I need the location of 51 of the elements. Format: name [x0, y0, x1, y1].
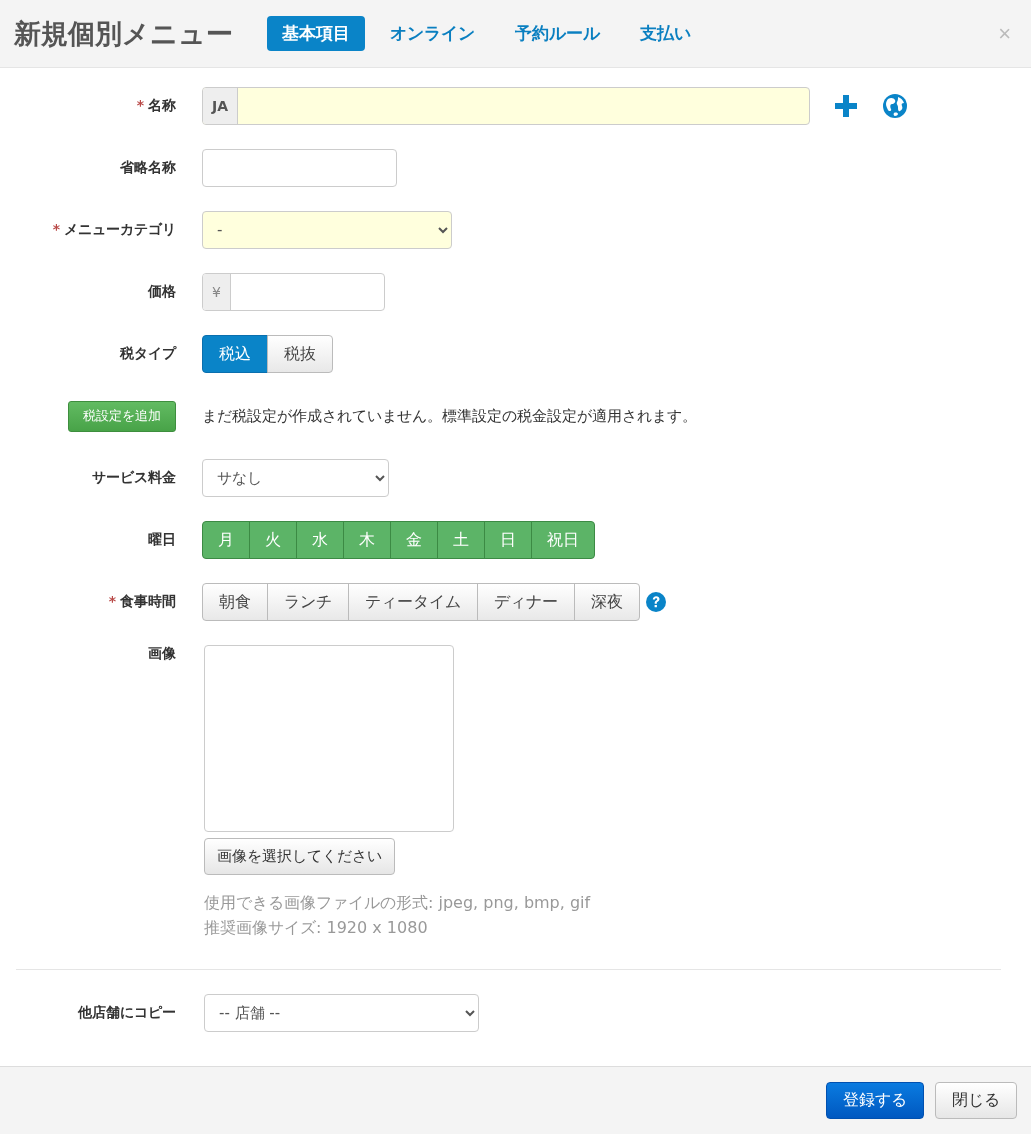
help-text: 使用できる画像ファイルの形式: jpeg, png, bmp, gif [204, 892, 591, 914]
field-label: 価格 [148, 283, 176, 301]
day-toggle[interactable]: 日 [484, 521, 532, 559]
field-label: サービス料金 [92, 469, 176, 487]
input-field[interactable] [202, 149, 397, 187]
tab[interactable]: オンライン [375, 16, 490, 51]
tax-note: まだ税設定が作成されていません。標準設定の税金設定が適用されます。 [202, 406, 697, 426]
tax-type-toggle[interactable]: 税込 [202, 335, 268, 373]
tax-type-toggle[interactable]: 税抜 [267, 335, 333, 373]
day-toggle[interactable]: 土 [437, 521, 485, 559]
field-label: 他店舗にコピー [78, 1004, 176, 1022]
help-icon[interactable] [646, 592, 666, 612]
select-image-button[interactable]: 画像を選択してください [204, 838, 395, 875]
day-toggle[interactable]: 祝日 [531, 521, 595, 559]
plus-icon [834, 94, 858, 118]
add-button[interactable] [834, 94, 858, 118]
name-field[interactable]: JA [202, 87, 810, 125]
service-charge-select[interactable]: サなし [202, 459, 389, 497]
field-label: メニューカテゴリ [64, 221, 176, 239]
field-label: 税タイプ [120, 345, 176, 363]
day-toggle[interactable]: 月 [202, 521, 250, 559]
tab[interactable]: 基本項目 [267, 16, 365, 51]
meal-toggle[interactable]: 深夜 [574, 583, 640, 621]
language-button[interactable] [882, 93, 908, 119]
required-mark: * [52, 221, 60, 239]
register-button[interactable]: 登録する [826, 1082, 924, 1119]
required-mark: * [136, 97, 144, 115]
field-label: 食事時間 [120, 593, 176, 611]
add-tax-setting-button[interactable]: 税設定を追加 [68, 400, 176, 432]
field-label: 曜日 [148, 531, 176, 549]
day-toggle[interactable]: 金 [390, 521, 438, 559]
day-toggle[interactable]: 火 [249, 521, 297, 559]
price-field[interactable]: ¥ [202, 273, 385, 311]
meal-toggle[interactable]: ランチ [267, 583, 349, 621]
day-toggle[interactable]: 水 [296, 521, 344, 559]
required-mark: * [108, 593, 116, 611]
globe-icon [882, 93, 908, 119]
help-text: 推奨画像サイズ: 1920 x 1080 [204, 917, 429, 939]
field-label: 名称 [148, 97, 176, 115]
meal-toggle[interactable]: ティータイム [348, 583, 478, 621]
meal-toggle[interactable]: 朝食 [202, 583, 268, 621]
tab[interactable]: 支払い [625, 16, 706, 51]
tab[interactable]: 予約ルール [500, 16, 615, 51]
store-select[interactable]: -- 店舗 -- [204, 994, 479, 1032]
field-label: 省略名称 [120, 159, 176, 177]
field-label: 画像 [148, 645, 176, 663]
day-toggle[interactable]: 木 [343, 521, 391, 559]
category-select[interactable]: - [202, 211, 452, 249]
meal-toggle[interactable]: ディナー [477, 583, 575, 621]
dialog-title: 新規個別メニュー [14, 16, 233, 51]
close-dialog-button[interactable]: 閉じる [935, 1082, 1017, 1119]
